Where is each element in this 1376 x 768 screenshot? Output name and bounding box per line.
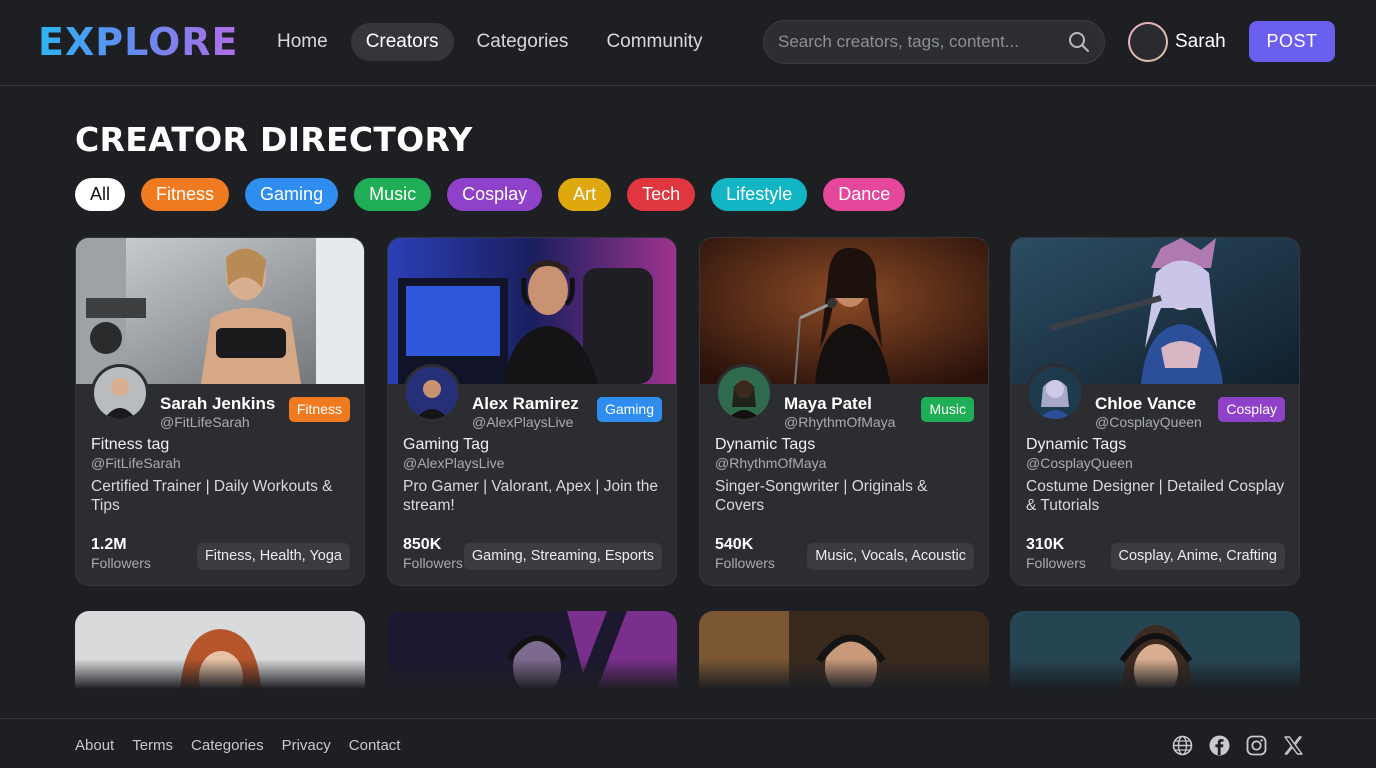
facebook-icon[interactable] — [1209, 735, 1230, 756]
category-badge: Fitness — [288, 397, 350, 422]
creator-bio: Pro Gamer | Valorant, Apex | Join the st… — [403, 478, 659, 514]
category-badge: Music — [921, 397, 974, 422]
globe-icon[interactable] — [1172, 735, 1193, 756]
filter-dance[interactable]: Dance — [823, 178, 906, 211]
post-button[interactable]: POST — [1249, 21, 1335, 62]
tag-title: Dynamic Tags — [715, 436, 816, 453]
search-icon[interactable] — [1068, 31, 1090, 58]
fade-overlay — [387, 659, 677, 689]
x-icon[interactable] — [1283, 735, 1304, 756]
category-filters: All Fitness Gaming Music Cosplay Art Tec… — [75, 178, 906, 211]
logo[interactable]: EXPLORE — [38, 20, 239, 64]
category-badge: Cosplay — [1218, 397, 1285, 422]
filter-tech[interactable]: Tech — [627, 178, 696, 211]
creator-banner-image — [1011, 238, 1299, 384]
social-links — [1172, 735, 1304, 756]
nav-creators[interactable]: Creators — [350, 23, 454, 61]
creator-bio: Singer-Songwriter | Originals & Covers — [715, 478, 928, 514]
follower-count: 1.2M — [91, 536, 127, 553]
footer-link-terms[interactable]: Terms — [132, 737, 173, 754]
creator-avatar[interactable] — [1026, 364, 1084, 422]
creator-bio: Costume Designer | Detailed Cosplay & Tu… — [1026, 478, 1285, 514]
user-avatar[interactable] — [1128, 22, 1168, 62]
nav-community[interactable]: Community — [591, 23, 717, 61]
main-nav: Home Creators Categories Community — [262, 23, 718, 61]
tag-handle: @FitLifeSarah — [91, 455, 181, 471]
followers-label: Followers — [1026, 555, 1086, 571]
search-input[interactable] — [778, 21, 1058, 63]
nav-home[interactable]: Home — [262, 23, 343, 61]
category-badge: Gaming — [596, 397, 662, 422]
follower-count: 850K — [403, 536, 442, 553]
fade-overlay — [75, 659, 365, 689]
footer-link-contact[interactable]: Contact — [349, 737, 401, 754]
instagram-icon[interactable] — [1246, 735, 1267, 756]
creator-card[interactable]: Sarah Jenkins @FitLifeSarah Fitness Fitn… — [75, 237, 365, 586]
top-header: EXPLORE Home Creators Categories Communi… — [0, 0, 1376, 86]
footer-link-about[interactable]: About — [75, 737, 114, 754]
filter-gaming[interactable]: Gaming — [245, 178, 339, 211]
creator-banner-image — [700, 238, 988, 384]
creator-handle: @AlexPlaysLive — [472, 414, 574, 430]
creator-avatar[interactable] — [715, 364, 773, 422]
creator-card[interactable]: Chloe Vance @CosplayQueen Cosplay Dynami… — [1010, 237, 1300, 586]
creator-name[interactable]: Maya Patel — [784, 394, 872, 414]
fade-overlay — [1010, 659, 1300, 689]
filter-fitness[interactable]: Fitness — [141, 178, 230, 211]
creator-card[interactable] — [387, 611, 677, 689]
follower-count: 310K — [1026, 536, 1065, 553]
creator-card[interactable]: Alex Ramirez @AlexPlaysLive Gaming Gamin… — [387, 237, 677, 586]
creator-tags: Music, Vocals, Acoustic — [807, 543, 974, 570]
followers-label: Followers — [403, 555, 463, 571]
followers-label: Followers — [91, 555, 151, 571]
creator-card[interactable] — [699, 611, 989, 689]
creator-card[interactable]: Maya Patel @RhythmOfMaya Music Dynamic T… — [699, 237, 989, 586]
filter-all[interactable]: All — [75, 178, 126, 211]
filter-lifestyle[interactable]: Lifestyle — [711, 178, 808, 211]
creator-name[interactable]: Chloe Vance — [1095, 394, 1196, 414]
tag-handle: @CosplayQueen — [1026, 455, 1133, 471]
tag-handle: @RhythmOfMaya — [715, 455, 827, 471]
nav-categories[interactable]: Categories — [462, 23, 584, 61]
creator-handle: @FitLifeSarah — [160, 414, 250, 430]
tag-title: Fitness tag — [91, 436, 170, 453]
followers-label: Followers — [715, 555, 775, 571]
tag-title: Dynamic Tags — [1026, 436, 1127, 453]
creator-banner-image — [76, 238, 364, 384]
creator-name[interactable]: Alex Ramirez — [472, 394, 579, 414]
user-name[interactable]: Sarah — [1175, 31, 1226, 53]
creator-avatar[interactable] — [403, 364, 461, 422]
search-bar — [763, 20, 1105, 64]
creator-handle: @CosplayQueen — [1095, 414, 1202, 430]
follower-count: 540K — [715, 536, 754, 553]
creator-bio: Certified Trainer | Daily Workouts & Tip… — [91, 478, 333, 514]
footer-link-privacy[interactable]: Privacy — [282, 737, 331, 754]
tag-handle: @AlexPlaysLive — [403, 455, 505, 471]
filter-music[interactable]: Music — [354, 178, 432, 211]
creator-handle: @RhythmOfMaya — [784, 414, 896, 430]
page-title: CREATOR DIRECTORY — [75, 120, 473, 159]
creator-card[interactable] — [1010, 611, 1300, 689]
footer-link-categories[interactable]: Categories — [191, 737, 264, 754]
creator-tags: Cosplay, Anime, Crafting — [1110, 543, 1285, 570]
filter-art[interactable]: Art — [558, 178, 612, 211]
filter-cosplay[interactable]: Cosplay — [447, 178, 543, 211]
creator-tags: Fitness, Health, Yoga — [196, 543, 350, 570]
creator-tags: Gaming, Streaming, Esports — [463, 543, 662, 570]
footer: About Terms Categories Privacy Contact — [0, 718, 1376, 768]
creator-card[interactable] — [75, 611, 365, 689]
tag-title: Gaming Tag — [403, 436, 489, 453]
creator-avatar[interactable] — [91, 364, 149, 422]
creator-banner-image — [388, 238, 676, 384]
fade-overlay — [699, 659, 989, 689]
creator-name[interactable]: Sarah Jenkins — [160, 394, 275, 414]
footer-links: About Terms Categories Privacy Contact — [75, 737, 400, 754]
